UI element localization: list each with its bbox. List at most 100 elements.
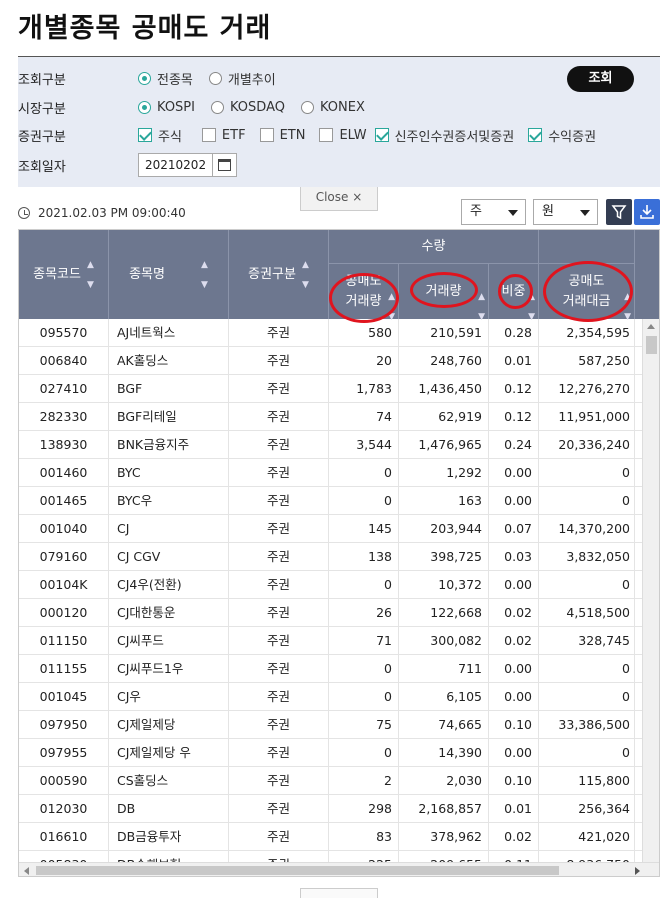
table-row[interactable]: 00104K CJ4우(전환) 주권 0 10,372 0.00 0 <box>19 571 659 599</box>
calendar-button[interactable] <box>213 153 237 177</box>
cell-short-volume: 0 <box>329 487 399 515</box>
unit-select[interactable]: 주 <box>461 199 526 225</box>
cell-code: 097955 <box>19 739 109 767</box>
cell-code: 006840 <box>19 347 109 375</box>
scroll-right-icon[interactable] <box>635 867 640 875</box>
radio-kospi[interactable]: KOSPI <box>138 100 195 115</box>
table-row[interactable]: 016610 DB금융투자 주권 83 378,962 0.02 421,020 <box>19 823 659 851</box>
highlight-circle <box>498 274 533 309</box>
group-quantity-header: 수량 <box>329 230 539 263</box>
checkbox-icon[interactable] <box>201 128 216 142</box>
vertical-scrollbar[interactable] <box>642 319 659 865</box>
table-row[interactable]: 001460 BYC 주권 0 1,292 0.00 0 <box>19 459 659 487</box>
scroll-thumb[interactable] <box>646 336 657 354</box>
radio-individual-trend[interactable]: 개별추이 <box>208 69 276 88</box>
table-row[interactable]: 011150 CJ씨푸드 주권 71 300,082 0.02 328,745 <box>19 627 659 655</box>
cell-short-volume: 580 <box>329 319 399 347</box>
radio-kosdaq[interactable]: KOSDAQ <box>210 100 285 115</box>
close-filter-tab[interactable]: Close × <box>300 187 378 211</box>
table-row[interactable]: 027410 BGF 주권 1,783 1,436,450 0.12 12,276,270 <box>19 375 659 403</box>
table-row[interactable]: 138930 BNK금융지주 주권 3,544 1,476,965 0.24 20,336,… <box>19 431 659 459</box>
download-button[interactable] <box>634 199 660 225</box>
calendar-icon <box>218 159 231 171</box>
cell-type: 주권 <box>229 627 329 655</box>
scroll-thumb[interactable] <box>36 866 559 875</box>
cell-ratio: 0.01 <box>489 795 539 823</box>
sort-icon[interactable]: ▲ ▼ <box>201 255 208 295</box>
cell-code: 001460 <box>19 459 109 487</box>
checkbox-etn[interactable]: ETN <box>259 128 305 143</box>
cell-name: BGF <box>109 375 229 403</box>
cell-code: 00104K <box>19 571 109 599</box>
cell-volume: 2,030 <box>399 767 489 795</box>
checkbox-elw[interactable]: ELW <box>319 128 367 143</box>
inquiry-type-label: 조회구분 <box>18 72 66 88</box>
checkbox-checked-icon[interactable] <box>138 128 152 142</box>
table-row[interactable]: 079160 CJ CGV 주권 138 398,725 0.03 3,832,050 <box>19 543 659 571</box>
scroll-up-icon[interactable] <box>647 324 655 329</box>
cell-type: 주권 <box>229 599 329 627</box>
cell-name: CJ씨푸드1우 <box>109 655 229 683</box>
cell-type: 주권 <box>229 571 329 599</box>
col-code-header[interactable]: 종목코드 ▲ ▼ <box>19 230 109 319</box>
table-row[interactable]: 000590 CS홀딩스 주권 2 2,030 0.10 115,800 <box>19 767 659 795</box>
currency-select[interactable]: 원 <box>533 199 598 225</box>
cell-volume: 378,962 <box>399 823 489 851</box>
radio-icon[interactable] <box>208 71 222 85</box>
checkbox-checked-icon[interactable] <box>374 128 389 142</box>
table-row[interactable]: 001465 BYC우 주권 0 163 0.00 0 <box>19 487 659 515</box>
checkbox-warrant[interactable]: 신주인수권증서및증권 <box>374 126 514 145</box>
cell-ratio: 0.00 <box>489 571 539 599</box>
cell-ratio: 0.00 <box>489 739 539 767</box>
table-row[interactable]: 097955 CJ제일제당 우 주권 0 14,390 0.00 0 <box>19 739 659 767</box>
table-row[interactable]: 006840 AK홀딩스 주권 20 248,760 0.01 587,250 <box>19 347 659 375</box>
checkbox-beneficiary-certificate[interactable]: 수익증권 <box>528 126 596 145</box>
cell-short-volume: 71 <box>329 627 399 655</box>
radio-selected-icon[interactable] <box>138 71 151 85</box>
cell-ratio: 0.28 <box>489 319 539 347</box>
filter-button[interactable] <box>606 199 632 225</box>
date-input[interactable]: 20210202 <box>138 153 213 177</box>
checkbox-stock[interactable]: 주식 <box>138 126 182 145</box>
radio-all-stocks[interactable]: 전종목 <box>138 69 193 88</box>
radio-konex[interactable]: KONEX <box>300 100 365 115</box>
table-row[interactable]: 001045 CJ우 주권 0 6,105 0.00 0 <box>19 683 659 711</box>
table-row[interactable]: 001040 CJ 주권 145 203,944 0.07 14,370,200 <box>19 515 659 543</box>
table-row[interactable]: 012030 DB 주권 298 2,168,857 0.01 256,364 <box>19 795 659 823</box>
checkbox-etf[interactable]: ETF <box>201 128 246 143</box>
cell-ratio: 0.00 <box>489 655 539 683</box>
table-row[interactable]: 000120 CJ대한통운 주권 26 122,668 0.02 4,518,500 <box>19 599 659 627</box>
cell-code: 138930 <box>19 431 109 459</box>
col-type-header[interactable]: 증권구분 ▲ ▼ <box>229 230 329 319</box>
radio-selected-icon[interactable] <box>138 100 151 114</box>
bottom-tab[interactable] <box>300 888 378 898</box>
checkbox-icon[interactable] <box>259 128 274 142</box>
horizontal-scrollbar[interactable] <box>19 862 659 876</box>
table-row[interactable]: 095570 AJ네트웍스 주권 580 210,591 0.28 2,354,595 <box>19 319 659 347</box>
filter-icon <box>611 205 627 220</box>
cell-ratio: 0.07 <box>489 515 539 543</box>
cell-name: CS홀딩스 <box>109 767 229 795</box>
cell-short-value: 256,364 <box>539 795 635 823</box>
cell-short-volume: 26 <box>329 599 399 627</box>
radio-icon[interactable] <box>300 100 314 114</box>
group-blank-header <box>539 230 635 263</box>
radio-icon[interactable] <box>210 100 224 114</box>
cell-short-value: 421,020 <box>539 823 635 851</box>
sort-icon[interactable]: ▲ ▼ <box>87 255 94 295</box>
col-name-header[interactable]: 종목명 ▲ ▼ <box>109 230 229 319</box>
cell-ratio: 0.00 <box>489 487 539 515</box>
query-button[interactable]: 조회 <box>567 66 634 92</box>
sort-icon[interactable]: ▲ ▼ <box>302 255 309 295</box>
cell-short-value: 0 <box>539 655 635 683</box>
checkbox-icon[interactable] <box>319 128 334 142</box>
table-row[interactable]: 282330 BGF리테일 주권 74 62,919 0.12 11,951,000 <box>19 403 659 431</box>
cell-type: 주권 <box>229 767 329 795</box>
chevron-down-icon <box>508 210 518 216</box>
cell-volume: 203,944 <box>399 515 489 543</box>
scroll-left-icon[interactable] <box>24 867 29 875</box>
table-row[interactable]: 097950 CJ제일제당 주권 75 74,665 0.10 33,386,500 <box>19 711 659 739</box>
checkbox-checked-icon[interactable] <box>528 128 543 142</box>
cell-code: 001465 <box>19 487 109 515</box>
table-row[interactable]: 011155 CJ씨푸드1우 주권 0 711 0.00 0 <box>19 655 659 683</box>
